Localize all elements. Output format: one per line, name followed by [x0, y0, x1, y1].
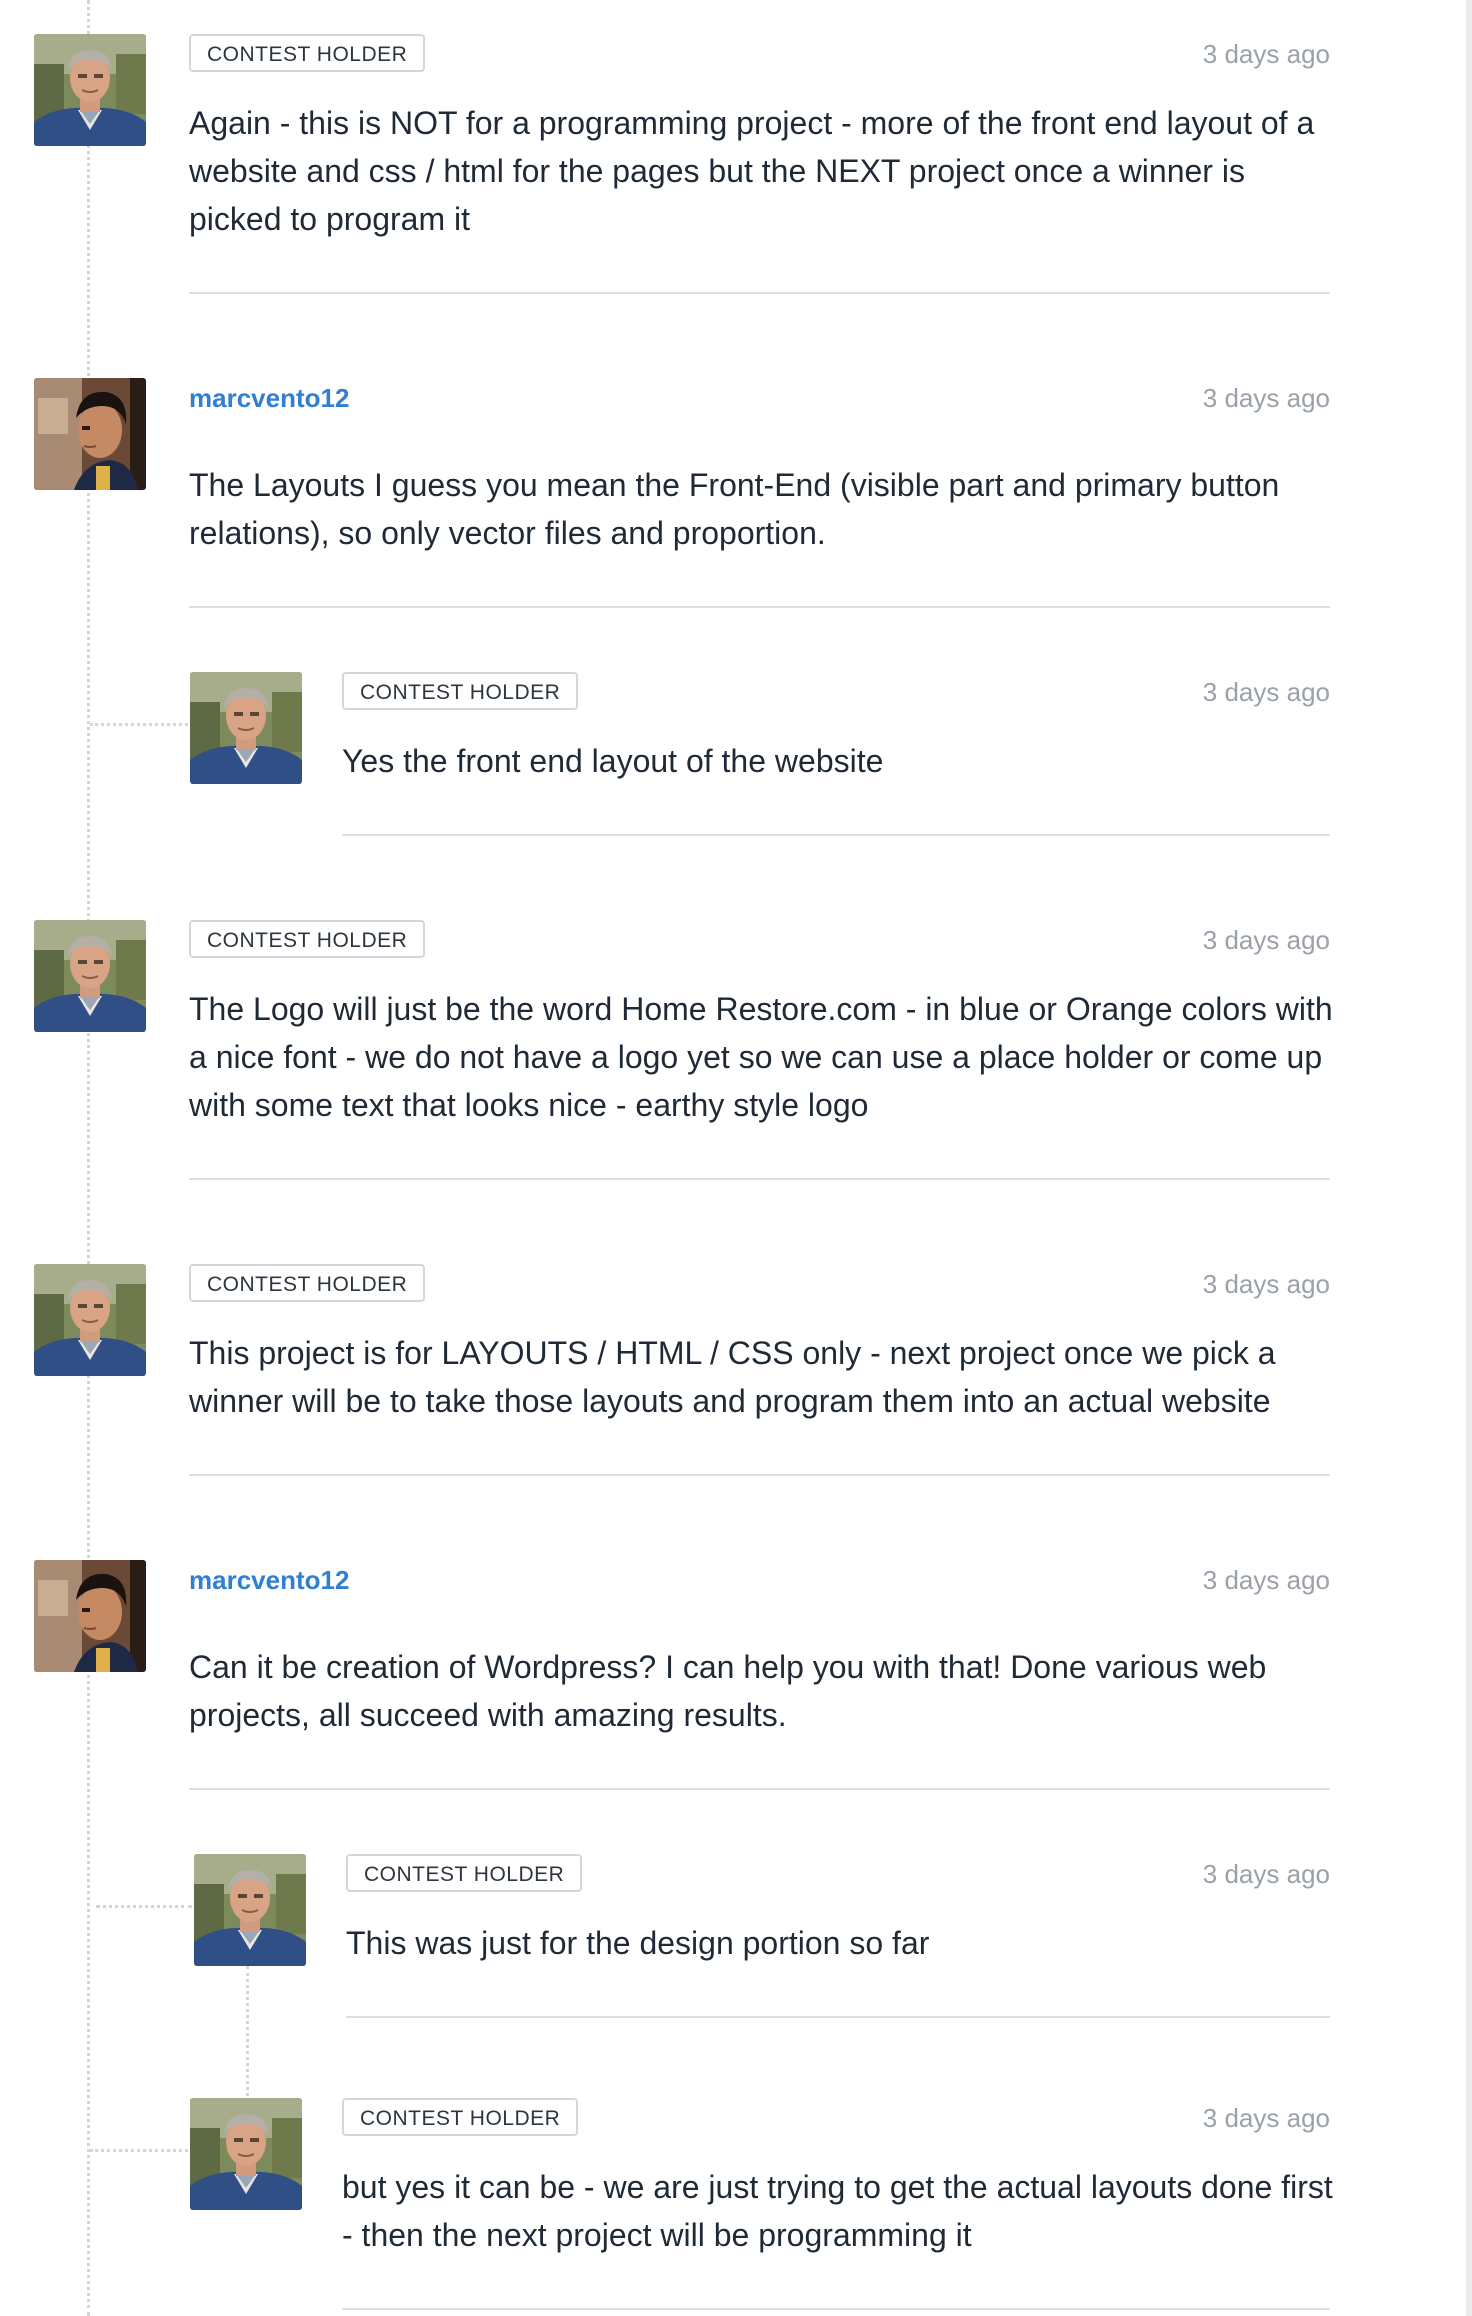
username-link[interactable]: marcvento12 [189, 1564, 349, 1596]
avatar[interactable] [34, 1264, 146, 1376]
timestamp: 3 days ago [1202, 925, 1330, 955]
timestamp: 3 days ago [1202, 383, 1330, 413]
avatar[interactable] [34, 34, 146, 146]
contest-holder-avatar-icon [34, 34, 146, 146]
avatar[interactable] [190, 2098, 302, 2210]
timestamp: 3 days ago [1202, 1565, 1330, 1595]
avatar[interactable] [34, 378, 146, 490]
comment-divider [189, 1178, 1330, 1180]
username-link[interactable]: marcvento12 [189, 382, 349, 414]
comment-text: This project is for LAYOUTS / HTML / CSS… [189, 1335, 1276, 1419]
contest-holder-avatar-icon [190, 672, 302, 784]
comment-divider [342, 2308, 1330, 2310]
contest-holder-badge: CONTEST HOLDER [189, 1264, 426, 1302]
timestamp: 3 days ago [1202, 1269, 1330, 1299]
timestamp: 3 days ago [1202, 677, 1330, 707]
comment-text: but yes it can be - we are just trying t… [342, 2169, 1333, 2253]
comment-text: Again - this is NOT for a programming pr… [189, 105, 1315, 237]
timestamp: 3 days ago [1202, 2103, 1330, 2133]
comment-text: This was just for the design portion so … [346, 1925, 930, 1961]
comment-thread: CONTEST HOLDER 3 days ago Again - this i… [0, 0, 1472, 2316]
thread-line [87, 0, 90, 2316]
comment-text: The Layouts I guess you mean the Front-E… [189, 467, 1280, 551]
contest-holder-avatar-icon [34, 1264, 146, 1376]
scrollbar[interactable] [1466, 0, 1472, 2316]
timestamp: 3 days ago [1202, 39, 1330, 69]
comment-divider [189, 1474, 1330, 1476]
comment-divider [189, 606, 1330, 608]
avatar[interactable] [34, 1560, 146, 1672]
marcvento12-avatar-icon [34, 378, 146, 490]
contest-holder-avatar-icon [34, 920, 146, 1032]
timestamp: 3 days ago [1202, 1859, 1330, 1889]
contest-holder-badge: CONTEST HOLDER [189, 920, 426, 958]
contest-holder-badge: CONTEST HOLDER [189, 34, 426, 72]
comment-divider [189, 1788, 1330, 1790]
comment-text: Yes the front end layout of the website [342, 743, 884, 779]
comment-divider [346, 2016, 1330, 2018]
avatar[interactable] [194, 1854, 306, 1966]
contest-holder-avatar-icon [190, 2098, 302, 2210]
contest-holder-badge: CONTEST HOLDER [342, 672, 579, 710]
contest-holder-avatar-icon [194, 1854, 306, 1966]
avatar[interactable] [34, 920, 146, 1032]
comment-divider [189, 292, 1330, 294]
marcvento12-avatar-icon [34, 1560, 146, 1672]
reply-connector [90, 2149, 188, 2152]
contest-holder-badge: CONTEST HOLDER [342, 2098, 579, 2136]
reply-connector [90, 723, 188, 726]
comment-divider [342, 834, 1330, 836]
comment-text: The Logo will just be the word Home Rest… [189, 991, 1333, 1123]
contest-holder-badge: CONTEST HOLDER [346, 1854, 583, 1892]
reply-connector [96, 1905, 192, 1908]
avatar[interactable] [190, 672, 302, 784]
comment-text: Can it be creation of Wordpress? I can h… [189, 1649, 1267, 1733]
reply-thread-line [246, 1966, 249, 2096]
